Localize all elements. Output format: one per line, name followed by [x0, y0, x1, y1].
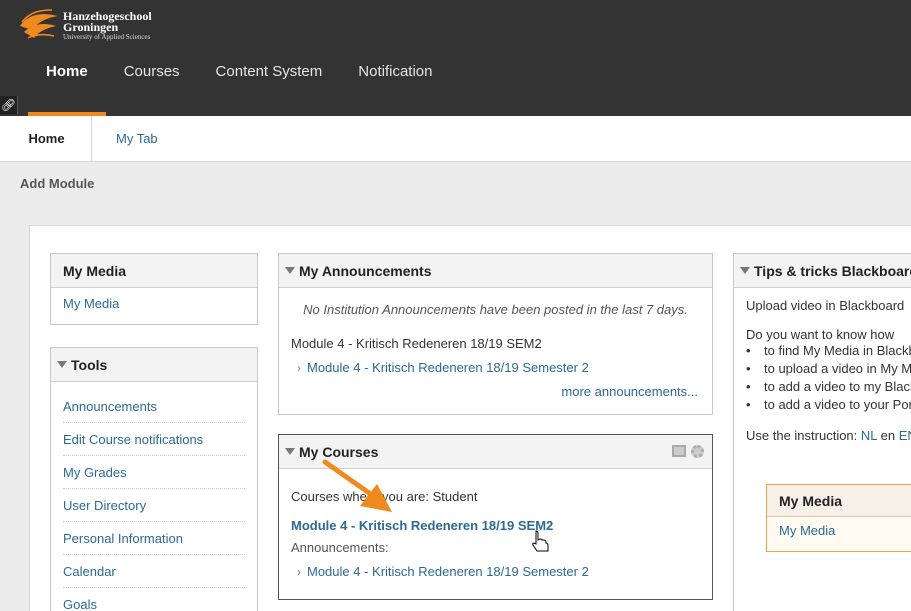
gear-icon[interactable]	[691, 445, 704, 458]
collapse-triangle-icon[interactable]	[285, 267, 295, 274]
module-title: My Courses	[299, 444, 379, 460]
tips-intro: Upload video in Blackboard	[746, 298, 905, 313]
module-header: My Courses	[279, 435, 712, 469]
tool-calendar[interactable]: Calendar	[63, 564, 116, 579]
tool-user-directory[interactable]: User Directory	[63, 498, 146, 513]
tab-bar: Home My Tab	[0, 116, 911, 162]
announcements-label: Announcements:	[291, 540, 389, 555]
module-header: My Media	[767, 485, 911, 517]
more-announcements-link[interactable]: more announcements...	[561, 384, 698, 399]
tool-my-grades[interactable]: My Grades	[63, 465, 127, 480]
module-header: My Announcements	[279, 254, 712, 288]
announcement-course: Module 4 - Kritisch Redeneren 18/19 SEM2	[291, 336, 542, 351]
tips-my-media-link[interactable]: My Media	[779, 523, 835, 538]
module-title: Tips & tricks Blackboard	[754, 263, 911, 279]
link-icon[interactable]: 🔗︎	[0, 96, 18, 114]
tips-bullet: •to add a video to my Blackboard	[746, 379, 911, 394]
module-title: My Announcements	[299, 263, 432, 279]
logo-line-2: Groningen	[63, 20, 119, 34]
module-actions	[672, 445, 704, 458]
logo-text: Hanzehogeschool Groningen University of …	[63, 10, 152, 42]
my-media-link[interactable]: My Media	[63, 296, 119, 311]
instruction-nl-link[interactable]: NL	[861, 428, 877, 443]
top-navigation-bar: Hanzehogeschool Groningen University of …	[0, 0, 911, 116]
tips-bullet: •to upload a video in My Media	[746, 361, 911, 376]
collapse-triangle-icon[interactable]	[57, 361, 67, 368]
tab-home[interactable]: Home	[0, 116, 92, 161]
tool-announcements[interactable]: Announcements	[63, 399, 157, 414]
tab-my-tab[interactable]: My Tab	[116, 116, 158, 161]
module-title: My Media	[779, 493, 843, 509]
collapse-triangle-icon[interactable]	[285, 448, 295, 455]
chevron-right-icon: ›	[297, 361, 301, 375]
course-announcement-link[interactable]: › Module 4 - Kritisch Redeneren 18/19 Sem…	[297, 564, 712, 579]
module-header: My Media	[51, 254, 257, 288]
announcements-module: My Announcements No Institution Announce…	[278, 253, 713, 415]
tips-instruction: Use the instruction: NL en EN	[746, 428, 911, 443]
tools-module: Tools Announcements Edit Course notifica…	[50, 347, 258, 611]
nav-courses[interactable]: Courses	[106, 54, 198, 116]
announcement-link-text: Module 4 - Kritisch Redeneren 18/19 Seme…	[307, 360, 589, 375]
logo-line-3: University of Applied Sciences	[63, 33, 151, 41]
logo-emblem-icon	[20, 9, 58, 39]
module-header: Tips & tricks Blackboard	[734, 254, 911, 288]
module-title: My Media	[63, 263, 127, 279]
chevron-right-icon: ›	[297, 565, 301, 579]
main-nav: Home Courses Content System Notification	[28, 54, 450, 116]
tips-bullet: •to add a video to your Portfolio	[746, 397, 911, 412]
course-announcement-link-text: Module 4 - Kritisch Redeneren 18/19 Seme…	[307, 564, 589, 579]
window-icon[interactable]	[672, 445, 686, 457]
course-link[interactable]: Module 4 - Kritisch Redeneren 18/19 SEM2	[291, 518, 712, 533]
collapse-triangle-icon[interactable]	[740, 267, 750, 274]
nav-notification[interactable]: Notification	[340, 54, 450, 116]
instruction-en-link[interactable]: EN	[899, 428, 911, 443]
my-courses-module: My Courses Courses where you are: Studen…	[278, 434, 713, 600]
institution-logo[interactable]: Hanzehogeschool Groningen University of …	[18, 8, 168, 46]
tips-bullet: •to find My Media in Blackboard	[746, 343, 911, 358]
tool-personal-information[interactable]: Personal Information	[63, 531, 183, 546]
announcement-link[interactable]: › Module 4 - Kritisch Redeneren 18/19 Sem…	[297, 360, 712, 375]
tips-body: Upload video in Blackboard Do you want t…	[734, 288, 911, 443]
tool-edit-course-notifications[interactable]: Edit Course notifications	[63, 432, 203, 447]
tools-list: Announcements Edit Course notifications …	[51, 382, 257, 611]
tool-goals[interactable]: Goals	[63, 597, 97, 611]
module-header: Tools	[51, 348, 257, 382]
empty-notice: No Institution Announcements have been p…	[303, 302, 688, 317]
tips-my-media-module: My Media My Media	[766, 484, 911, 552]
add-module-button[interactable]: Add Module	[20, 176, 94, 191]
my-media-module: My Media My Media	[50, 253, 258, 325]
courses-role-text: Courses where you are: Student	[291, 489, 478, 504]
tips-question: Do you want to know how	[746, 327, 895, 342]
module-title: Tools	[71, 357, 108, 373]
nav-home[interactable]: Home	[28, 54, 106, 116]
tips-module: Tips & tricks Blackboard Upload video in…	[733, 253, 911, 611]
nav-content-system[interactable]: Content System	[198, 54, 341, 116]
